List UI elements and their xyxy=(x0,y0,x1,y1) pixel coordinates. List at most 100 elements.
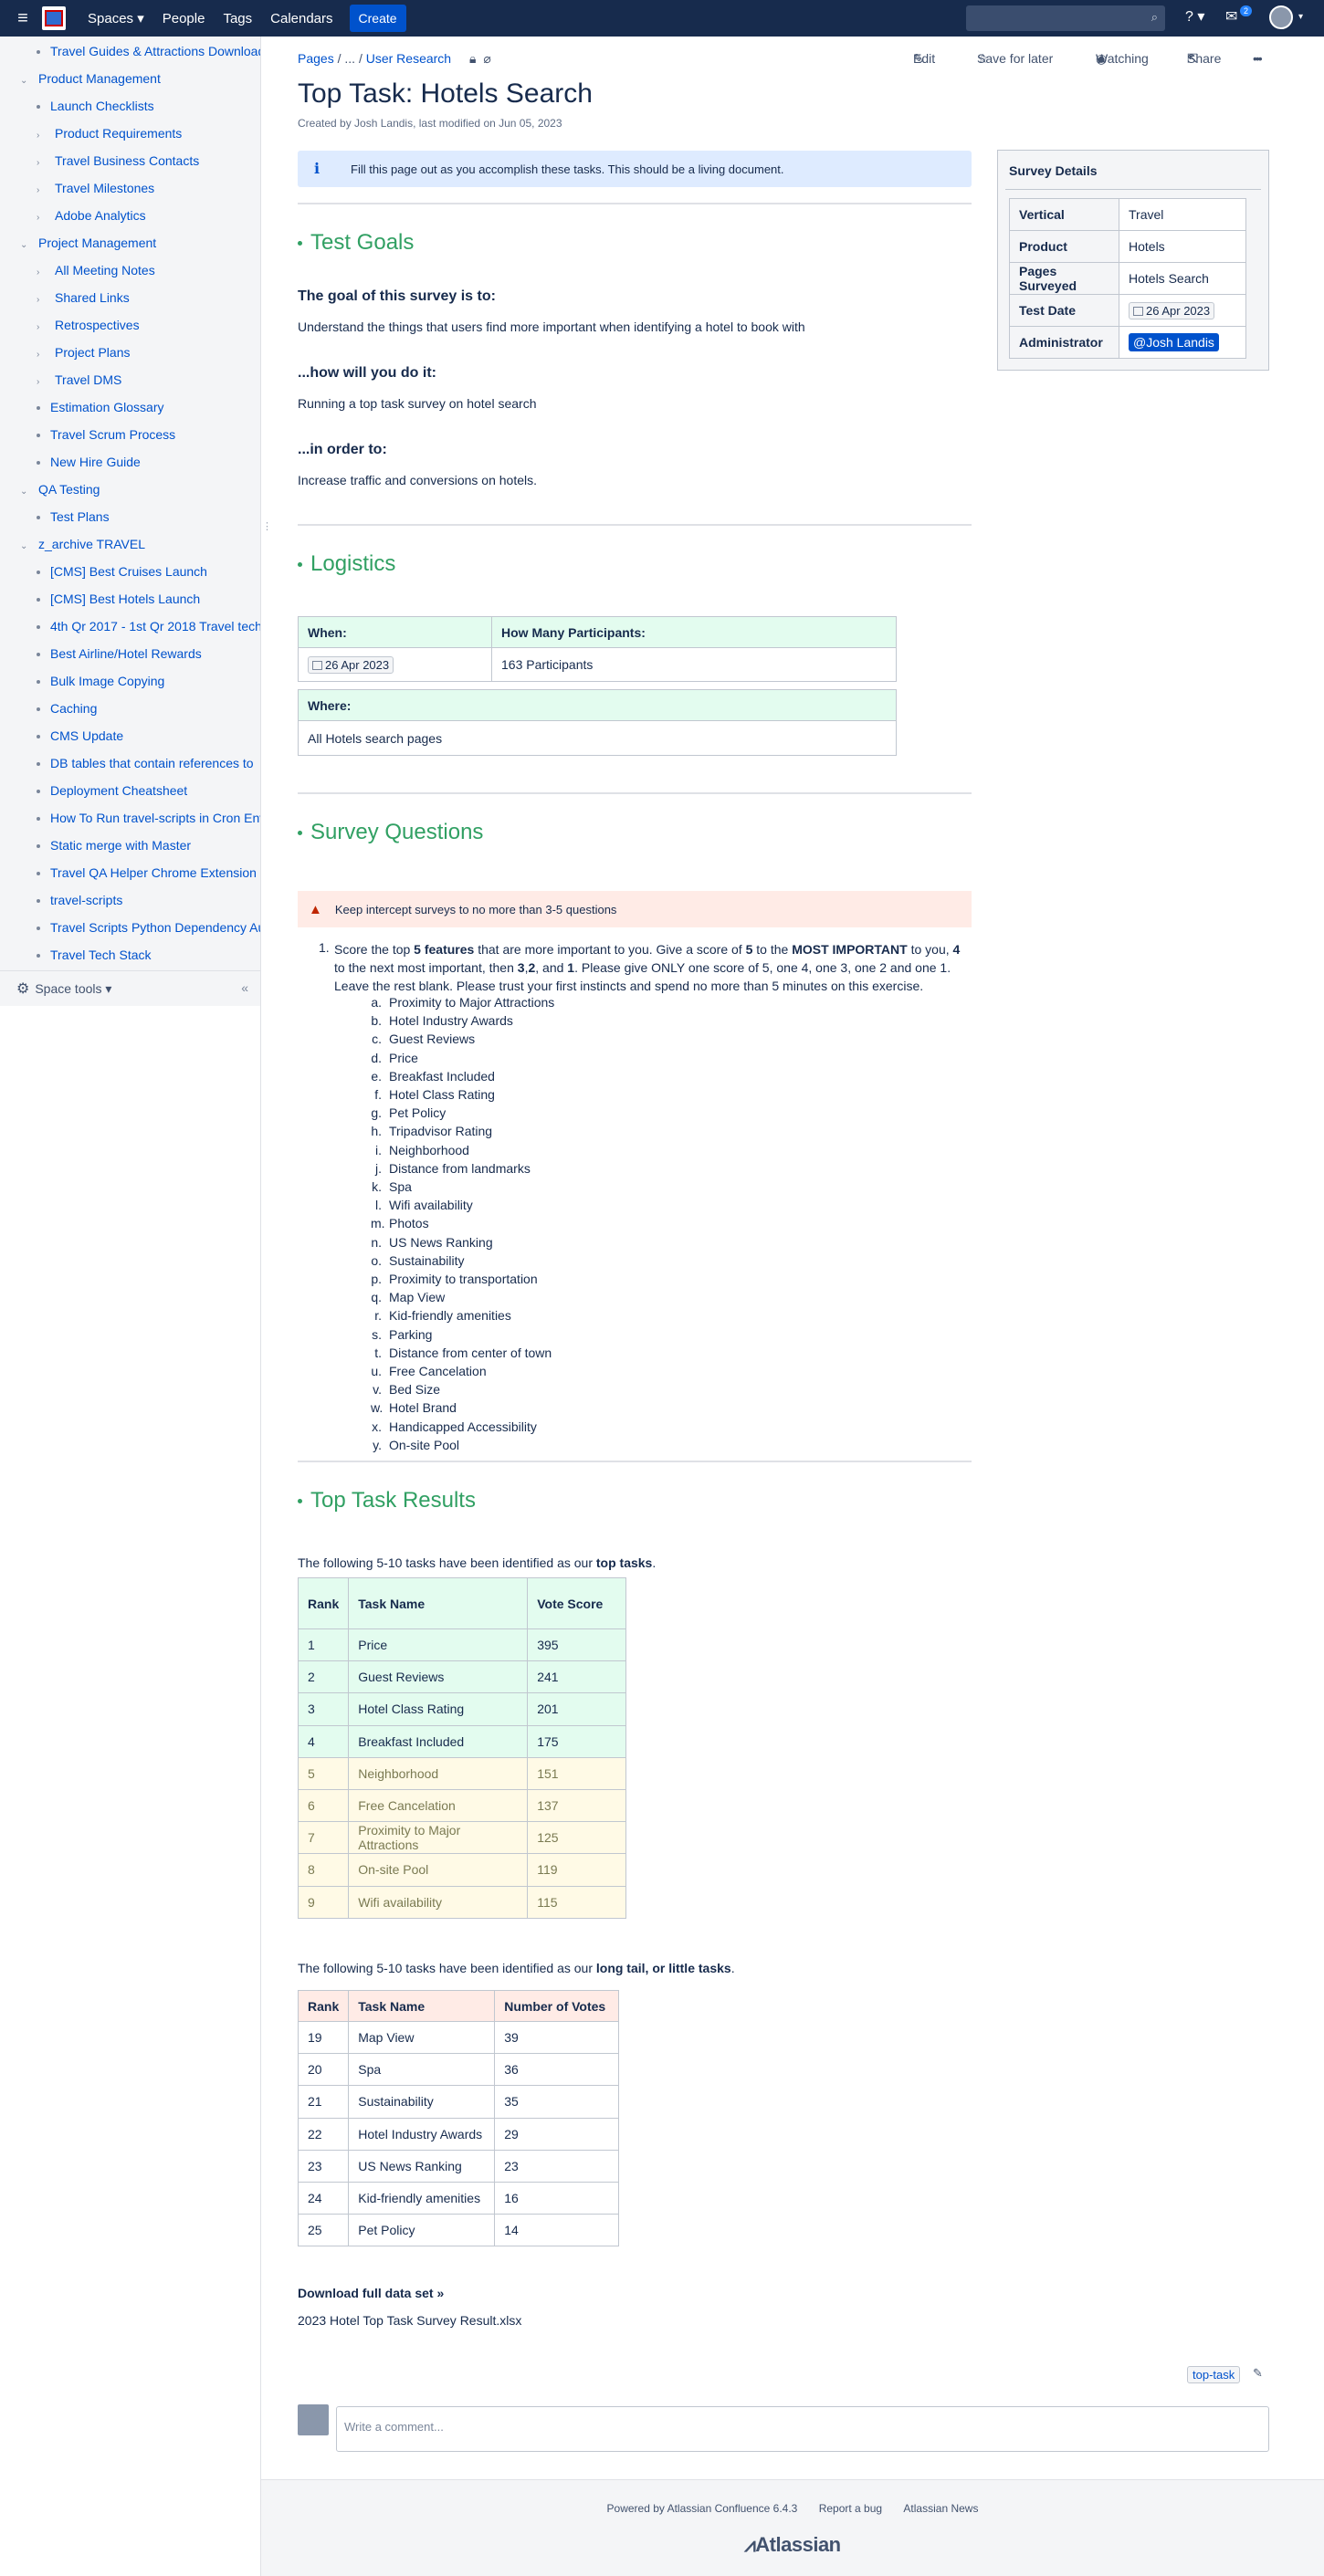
sidebar-item[interactable]: ⌄ Product Management xyxy=(20,71,161,86)
collapse-sidebar-icon[interactable]: « xyxy=(241,980,248,995)
user-avatar[interactable] xyxy=(1269,5,1293,29)
sidebar-item[interactable]: › Shared Links xyxy=(37,290,130,305)
survey-option: n. US News Ranking xyxy=(371,1235,492,1250)
survey-details-table: Vertical Travel Product Hotels Pages Surveye… xyxy=(1009,198,1246,359)
sidebar-item[interactable]: Caching xyxy=(37,701,97,716)
chevron-right-icon[interactable]: › xyxy=(37,350,46,360)
report-bug-link[interactable]: Report a bug xyxy=(819,2502,882,2515)
sidebar-item[interactable]: [CMS] Best Hotels Launch xyxy=(37,592,200,606)
section-heading-survey-questions: Survey Questions xyxy=(298,820,483,845)
warning-text: Keep intercept surveys to no more than 3… xyxy=(334,902,617,916)
sidebar-item[interactable]: [CMS] Best Cruises Launch xyxy=(37,564,207,579)
option-letter: i. xyxy=(375,1142,382,1157)
sidebar-item[interactable]: Best Airline/Hotel Rewards xyxy=(37,646,202,661)
table-row: 9 Wifi availability 115 xyxy=(297,1885,626,1919)
survey-option: q. Map View xyxy=(371,1290,445,1304)
table-cell: 4 xyxy=(297,1724,350,1758)
breadcrumb-ellipsis[interactable]: ... xyxy=(344,51,355,66)
sidebar-item[interactable]: › Product Requirements xyxy=(37,126,182,141)
atlassian-logo[interactable]: ⩘Atlassian xyxy=(261,2533,1324,2557)
chevron-right-icon[interactable]: › xyxy=(37,158,46,168)
chevron-right-icon[interactable]: › xyxy=(37,295,46,305)
sidebar-item-label: Deployment Cheatsheet xyxy=(50,783,188,798)
nav-people[interactable]: People xyxy=(153,0,215,37)
sidebar-item[interactable]: Deployment Cheatsheet xyxy=(37,783,187,798)
attachment-icon[interactable]: ⌀ xyxy=(483,51,490,66)
heading-text: Top Task Results xyxy=(310,1488,476,1513)
sidebar-item[interactable]: DB tables that contain references to xyxy=(37,756,254,770)
sidebar-item[interactable]: Test Plans xyxy=(37,509,110,524)
sidebar-item[interactable]: Launch Checklists xyxy=(37,99,154,113)
table-cell: 23 xyxy=(297,2149,350,2183)
sidebar-item[interactable]: travel-scripts xyxy=(37,893,122,907)
option-letter: e. xyxy=(371,1068,382,1084)
atlassian-news-link[interactable]: Atlassian News xyxy=(903,2502,978,2515)
date-lozenge[interactable]: 26 Apr 2023 xyxy=(308,655,394,674)
bullet-icon xyxy=(37,434,40,438)
comment-input[interactable]: Write a comment... xyxy=(336,2406,1269,2452)
help-icon[interactable]: ? ▾ xyxy=(1185,7,1204,26)
sidebar-item[interactable]: › Adobe Analytics xyxy=(37,208,146,223)
user-mention[interactable]: @Josh Landis xyxy=(1129,333,1219,351)
info-panel: ℹ Fill this page out as you accomplish t… xyxy=(298,151,972,187)
gear-icon[interactable]: ⚙ xyxy=(16,979,29,998)
sidebar-item[interactable]: How To Run travel-scripts in Cron Env xyxy=(37,811,260,825)
chevron-right-icon[interactable]: › xyxy=(37,267,46,277)
notifications-icon[interactable]: ✉ xyxy=(1225,7,1237,26)
chevron-right-icon[interactable]: › xyxy=(37,213,46,223)
sidebar-item[interactable]: ⌄ z_archive TRAVEL xyxy=(20,537,145,551)
sidebar-item[interactable]: New Hire Guide xyxy=(37,455,141,469)
question-number: 1. xyxy=(319,940,330,955)
sidebar-item[interactable]: › Travel DMS xyxy=(37,372,121,387)
search-input[interactable]: ⌕ xyxy=(966,5,1165,31)
sidebar-item[interactable]: Static merge with Master xyxy=(37,838,191,853)
chevron-right-icon[interactable]: › xyxy=(37,131,46,141)
sidebar-item[interactable]: Travel Tech Stack xyxy=(37,948,152,962)
chevron-down-icon[interactable]: ⌄ xyxy=(20,76,29,86)
sidebar-item[interactable]: Estimation Glossary xyxy=(37,400,163,414)
chevron-down-icon[interactable]: ▾ xyxy=(1298,12,1303,22)
sidebar-item-label: Best Airline/Hotel Rewards xyxy=(50,646,202,661)
sidebar-resize-handle[interactable]: ⋮ xyxy=(262,520,272,532)
sidebar-item-label: Travel Scripts Python Dependency Au xyxy=(50,920,261,935)
sidebar-item[interactable]: Travel Guides & Attractions Download xyxy=(37,44,260,58)
nav-tags[interactable]: Tags xyxy=(214,0,261,37)
table-cell: 2 xyxy=(297,1660,350,1694)
survey-option: e. Breakfast Included xyxy=(371,1069,495,1084)
chevron-right-icon[interactable]: › xyxy=(37,185,46,195)
sidebar-item[interactable]: Travel Scrum Process xyxy=(37,427,175,442)
sidebar-item[interactable]: Travel QA Helper Chrome Extension xyxy=(37,865,257,880)
sidebar-item[interactable]: › Travel Business Contacts xyxy=(37,153,199,168)
nav-spaces[interactable]: Spaces ▾ xyxy=(79,0,153,37)
sidebar-item[interactable]: › Project Plans xyxy=(37,345,130,360)
menu-icon[interactable]: ≡ xyxy=(7,0,38,37)
sidebar-item[interactable]: › Travel Milestones xyxy=(37,181,154,195)
sidebar-item[interactable]: CMS Update xyxy=(37,728,123,743)
edit-labels-icon[interactable]: ✎ xyxy=(1253,2366,1263,2381)
chevron-down-icon[interactable]: ⌄ xyxy=(20,541,29,551)
sidebar-item[interactable]: › Retrospectives xyxy=(37,318,140,332)
breadcrumb-pages[interactable]: Pages xyxy=(298,51,334,66)
chevron-right-icon[interactable]: › xyxy=(37,322,46,332)
date-lozenge-wrap[interactable]: 26 Apr 2023 xyxy=(1129,301,1215,319)
space-tools-button[interactable]: Space tools ▾ xyxy=(35,981,111,997)
sidebar-item[interactable]: Travel Scripts Python Dependency Au xyxy=(37,920,261,935)
breadcrumb-user-research[interactable]: User Research xyxy=(366,51,451,66)
lock-icon[interactable]: 🔒︎ xyxy=(469,51,476,66)
sidebar-item[interactable]: › All Meeting Notes xyxy=(37,263,155,277)
label-tag[interactable]: top-task xyxy=(1187,2366,1241,2383)
download-file-link[interactable]: 2023 Hotel Top Task Survey Result.xlsx xyxy=(298,2313,521,2328)
chevron-down-icon[interactable]: ⌄ xyxy=(20,487,29,497)
chevron-down-icon[interactable]: ⌄ xyxy=(20,240,29,250)
sidebar-item[interactable]: ⌄ Project Management xyxy=(20,236,156,250)
nav-calendars[interactable]: Calendars xyxy=(261,0,342,37)
survey-option: o. Sustainability xyxy=(371,1253,464,1268)
create-button[interactable]: Create xyxy=(349,5,406,32)
site-logo[interactable] xyxy=(42,6,66,30)
sidebar-item[interactable]: Bulk Image Copying xyxy=(37,674,164,688)
more-actions-icon[interactable]: ••• xyxy=(1253,51,1263,66)
chevron-right-icon[interactable]: › xyxy=(37,377,46,387)
sidebar-item[interactable]: ⌄ QA Testing xyxy=(20,482,100,497)
download-heading: Download full data set » xyxy=(298,2286,445,2300)
sidebar-item[interactable]: 4th Qr 2017 - 1st Qr 2018 Travel tech xyxy=(37,619,260,634)
